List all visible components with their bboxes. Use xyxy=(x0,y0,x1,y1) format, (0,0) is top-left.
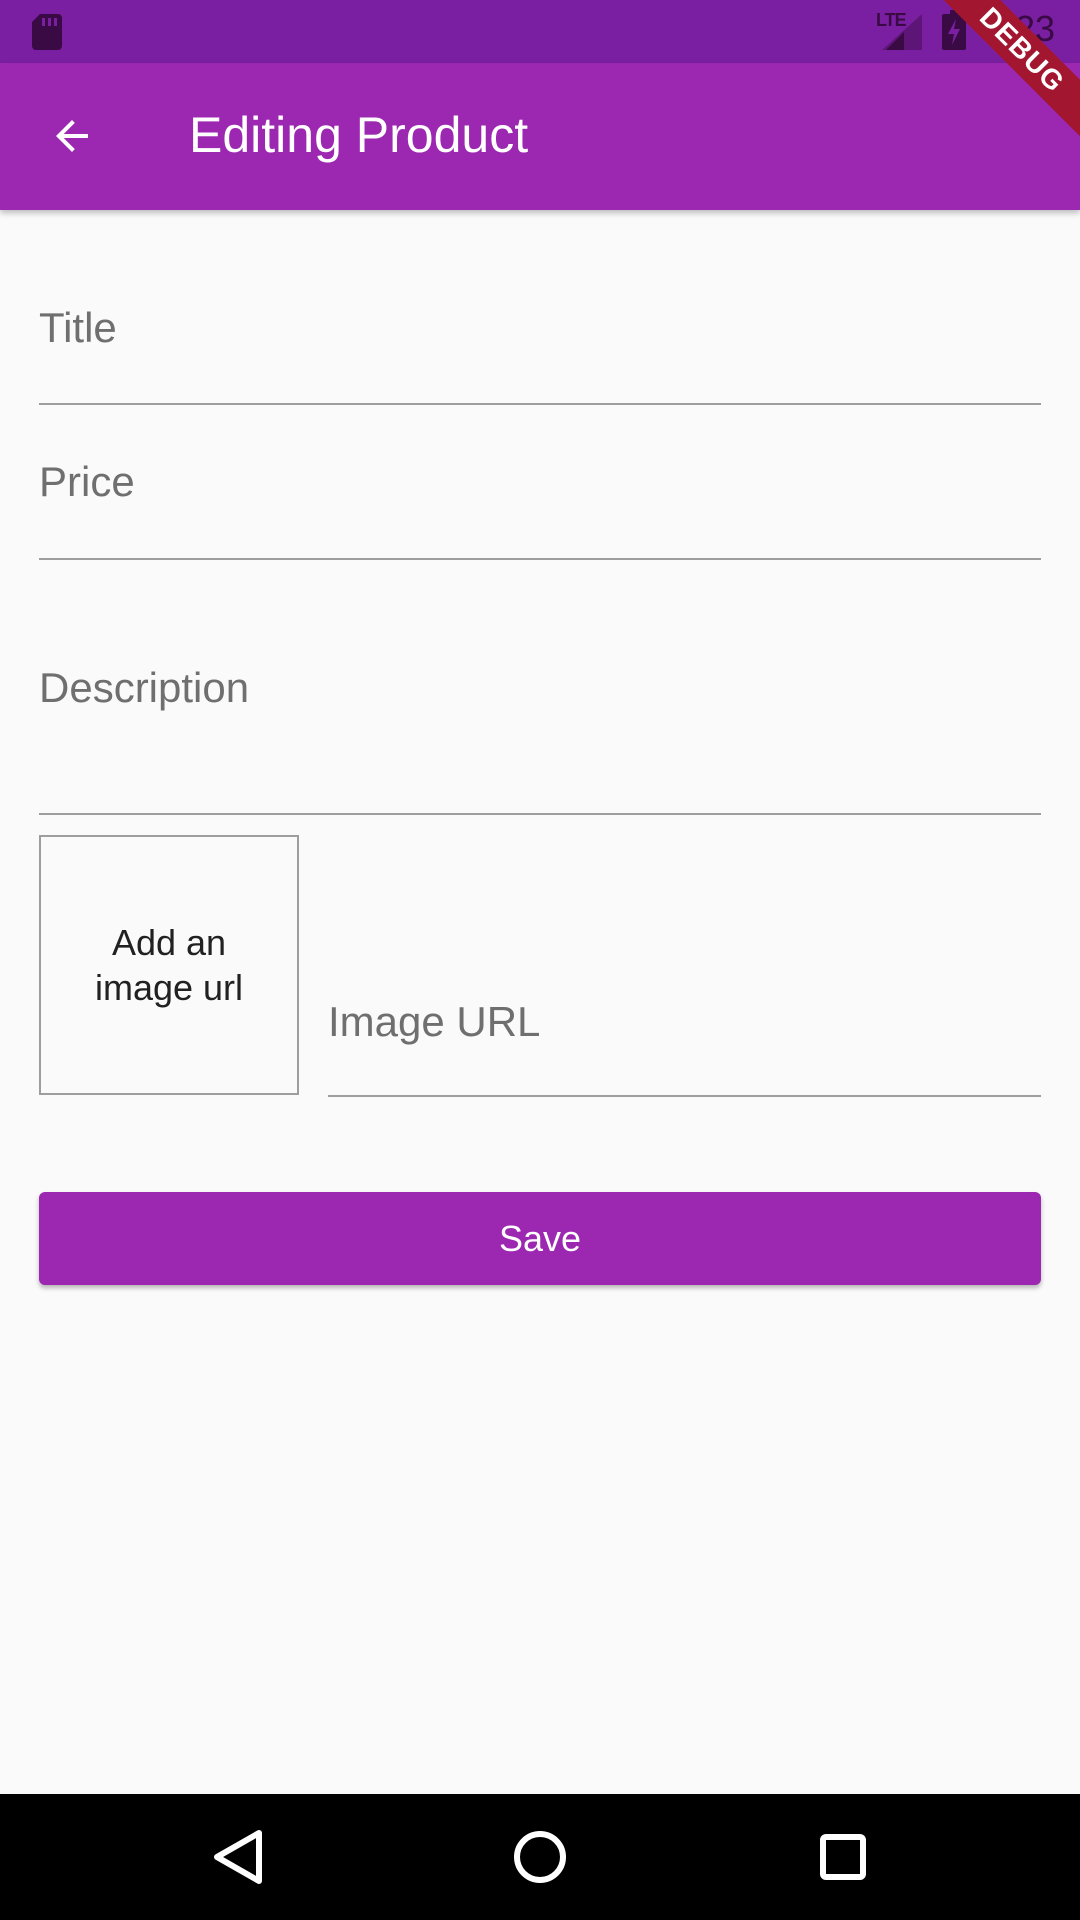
back-button[interactable] xyxy=(36,100,108,172)
title-field[interactable]: Title xyxy=(39,240,1041,405)
title-field-label: Title xyxy=(39,304,117,351)
status-bar: LTE 2:23 xyxy=(0,0,1080,63)
save-button[interactable]: Save xyxy=(39,1192,1041,1285)
image-url-field-label: Image URL xyxy=(328,998,541,1045)
price-field[interactable]: Price xyxy=(39,403,1041,560)
image-url-field[interactable]: Image URL xyxy=(328,835,1041,1097)
battery-charging-icon xyxy=(942,10,966,50)
price-field-label: Price xyxy=(39,458,135,505)
nav-home-icon xyxy=(514,1831,566,1883)
image-preview: Add an image url xyxy=(39,835,299,1095)
nav-back-icon xyxy=(214,1830,262,1884)
nav-recents-icon xyxy=(820,1834,866,1880)
page-title: Editing Product xyxy=(189,107,529,163)
signal-icon xyxy=(882,14,922,50)
clock: 2:23 xyxy=(985,8,1056,49)
image-preview-placeholder: Add an image url xyxy=(94,922,244,1008)
system-nav-bar xyxy=(0,1794,1080,1920)
nav-home-button[interactable] xyxy=(505,1822,575,1892)
save-button-label: Save xyxy=(498,1217,582,1259)
sd-card-icon xyxy=(32,14,62,50)
arrow-back-icon xyxy=(56,120,88,152)
app-bar: Editing Product xyxy=(0,63,1080,210)
description-field-label: Description xyxy=(39,664,250,711)
nav-back-button[interactable] xyxy=(202,1822,272,1892)
nav-recents-button[interactable] xyxy=(808,1822,878,1892)
description-field[interactable]: Description xyxy=(39,558,1041,815)
